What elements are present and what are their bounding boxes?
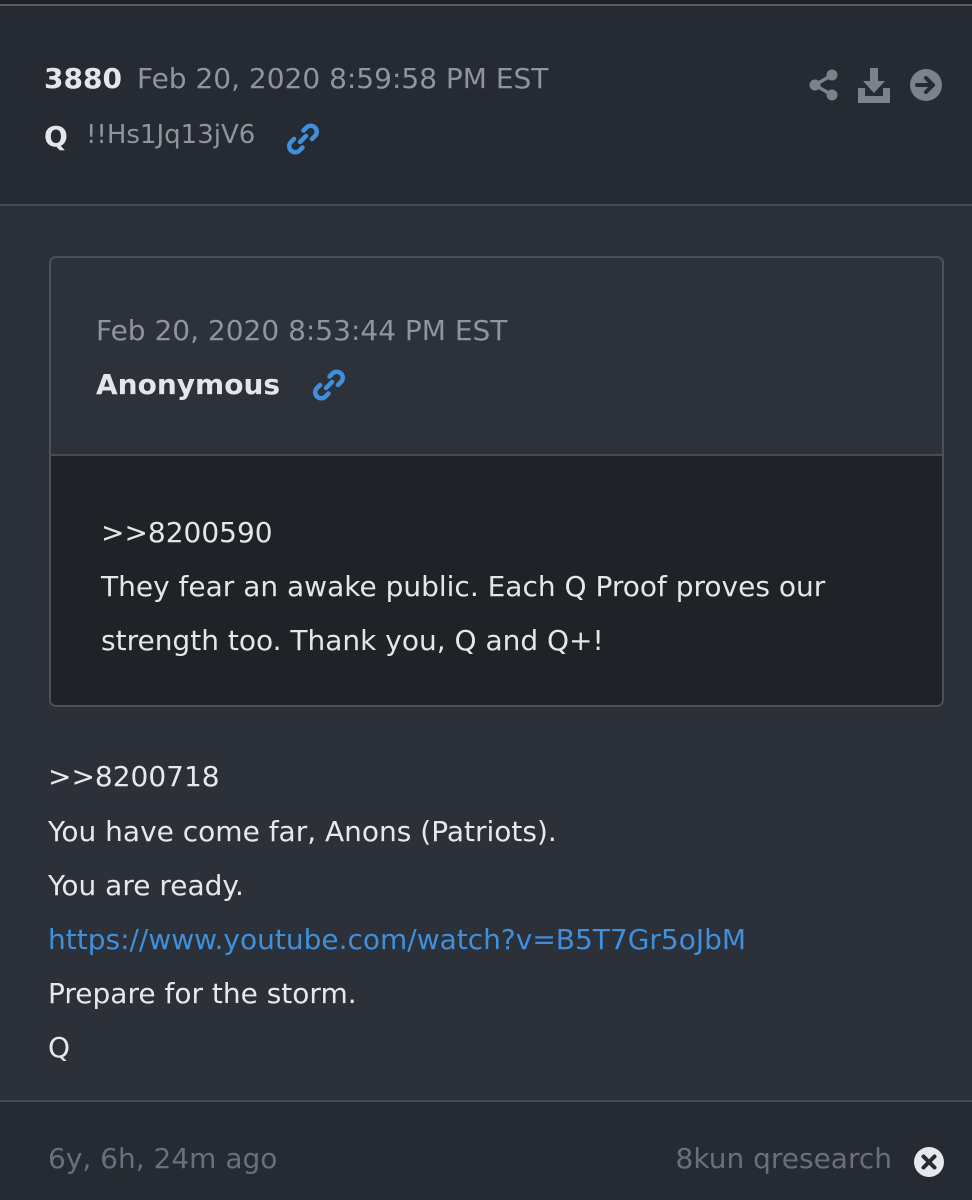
reply-reference[interactable]: >>8200718 (48, 760, 220, 793)
quoted-post-body: >>8200590 They fear an awake public. Eac… (51, 456, 942, 705)
author-tripcode: !!Hs1Jq13jV6 (86, 120, 256, 150)
link-icon[interactable] (286, 122, 320, 156)
post-number[interactable]: 3880 (44, 62, 122, 95)
quoted-post-text-line: They fear an awake public. Each Q Proof … (101, 570, 826, 603)
post-footer: 6y, 6h, 24m ago 8kun qresearch (0, 1100, 972, 1200)
post-link-line: https://www.youtube.com/watch?v=B5T7Gr5o… (48, 923, 746, 956)
post-text-line: You have come far, Anons (Patriots). (48, 815, 557, 848)
share-icon[interactable] (808, 68, 840, 102)
link-icon[interactable] (312, 368, 346, 402)
quoted-post-timestamp: Feb 20, 2020 8:53:44 PM EST (96, 314, 508, 347)
post-signature: Q (48, 1031, 71, 1064)
quoted-post-header: Feb 20, 2020 8:53:44 PM EST Anonymous (51, 258, 942, 456)
youtube-link[interactable]: https://www.youtube.com/watch?v=B5T7Gr5o… (48, 923, 746, 956)
post-age: 6y, 6h, 24m ago (48, 1142, 278, 1175)
author-name: Q (44, 120, 68, 153)
post-header: 3880 Feb 20, 2020 8:59:58 PM EST Q !!Hs1… (0, 6, 972, 206)
quoted-post-author: Anonymous (96, 368, 281, 401)
quoted-reply-reference[interactable]: >>8200590 (101, 516, 273, 549)
post-text-line: Prepare for the storm. (48, 977, 357, 1010)
quoted-post-card: Feb 20, 2020 8:53:44 PM EST Anonymous >>… (49, 256, 944, 707)
post-text-line: You are ready. (48, 869, 244, 902)
post-timestamp: Feb 20, 2020 8:59:58 PM EST (137, 62, 549, 95)
arrow-right-icon[interactable] (909, 68, 943, 102)
download-icon[interactable] (857, 66, 891, 104)
quoted-post-text-line: strength too. Thank you, Q and Q+! (101, 624, 604, 657)
close-icon[interactable] (913, 1146, 945, 1178)
post-source: 8kun qresearch (675, 1142, 892, 1175)
post-page: 3880 Feb 20, 2020 8:59:58 PM EST Q !!Hs1… (0, 0, 972, 1200)
